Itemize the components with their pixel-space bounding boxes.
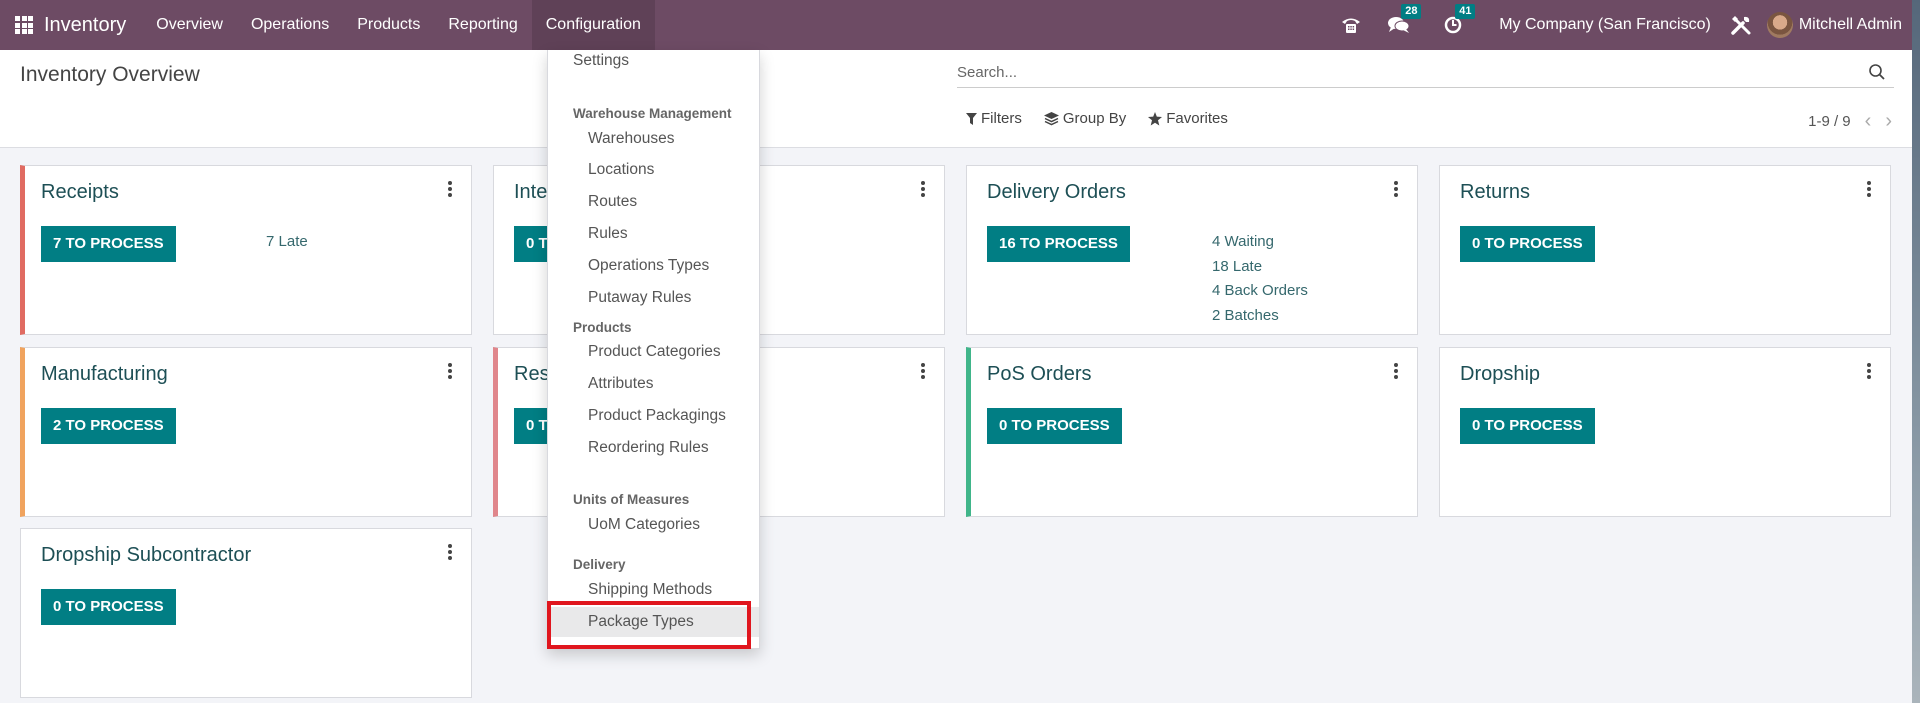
page-title: Inventory Overview — [20, 63, 200, 86]
menu-item-putaway-rules[interactable]: Putaway Rules — [548, 283, 759, 313]
operation-card: Dropship 0 TO PROCESS — [1439, 347, 1891, 517]
search-icon[interactable] — [1868, 63, 1886, 86]
operation-card: Receipts 7 TO PROCESS 7 Late — [20, 165, 472, 335]
menu-section-header: Warehouse Management — [573, 106, 732, 121]
card-options-kebab-icon[interactable] — [447, 362, 453, 380]
card-options-kebab-icon[interactable] — [447, 543, 453, 561]
card-stat-link[interactable]: 2 Batches — [1212, 304, 1308, 329]
layers-icon — [1043, 111, 1059, 125]
menu-products[interactable]: Products — [343, 0, 434, 50]
menu-item-settings[interactable]: Settings — [548, 46, 759, 76]
operation-card: Returns 0 TO PROCESS — [1439, 165, 1891, 335]
app-menu-grid-icon[interactable] — [15, 16, 33, 34]
app-brand[interactable]: Inventory — [44, 14, 126, 37]
user-menu[interactable]: Mitchell Admin — [1766, 12, 1902, 38]
user-avatar — [1766, 12, 1793, 38]
company-switcher[interactable]: My Company (San Francisco) — [1499, 16, 1711, 34]
operation-card: Manufacturing 2 TO PROCESS — [20, 347, 472, 517]
menu-item-uom-categories[interactable]: UoM Categories — [548, 510, 759, 540]
phone-icon[interactable] — [1339, 13, 1363, 37]
messages-count-badge: 28 — [1401, 4, 1422, 19]
card-title[interactable]: Returns — [1460, 181, 1530, 204]
menu-section-header: Delivery — [573, 557, 626, 572]
menu-section-header: Products — [573, 320, 632, 335]
menu-item-package-types[interactable]: Package Types — [548, 607, 759, 637]
operation-card: Delivery Orders 16 TO PROCESS 4 Waiting 18… — [966, 165, 1418, 335]
card-options-kebab-icon[interactable] — [1866, 180, 1872, 198]
menu-section-header: Units of Measures — [573, 492, 690, 507]
to-process-button[interactable]: 16 TO PROCESS — [987, 226, 1130, 262]
card-options-kebab-icon[interactable] — [1393, 180, 1399, 198]
card-options-kebab-icon[interactable] — [920, 180, 926, 198]
card-stat-link[interactable]: 4 Back Orders — [1212, 279, 1308, 304]
filter-icon — [966, 112, 977, 125]
menu-reporting[interactable]: Reporting — [434, 0, 531, 50]
card-options-kebab-icon[interactable] — [1866, 362, 1872, 380]
card-title[interactable]: Receipts — [41, 181, 119, 204]
pager: 1-9 / 9 ‹ › — [1808, 110, 1892, 133]
menu-item-rules[interactable]: Rules — [548, 219, 759, 249]
desktop-background — [1912, 0, 1920, 703]
activities-count-badge: 41 — [1455, 4, 1476, 19]
pager-value[interactable]: 1-9 / 9 — [1808, 113, 1851, 130]
menu-item-locations[interactable]: Locations — [548, 155, 759, 185]
card-title[interactable]: Delivery Orders — [987, 181, 1126, 204]
group-by-label: Group By — [1062, 110, 1127, 127]
menu-overview[interactable]: Overview — [142, 0, 237, 50]
favorites-label: Favorites — [1166, 110, 1228, 127]
group-by-button[interactable]: Group By — [1043, 110, 1127, 127]
pager-next-icon[interactable]: › — [1885, 110, 1892, 133]
card-stats: 4 Waiting 18 Late 4 Back Orders 2 Batches — [1212, 230, 1308, 328]
menu-operations[interactable]: Operations — [237, 0, 343, 50]
to-process-button[interactable]: 0 TO PROCESS — [1460, 226, 1595, 262]
messages-icon[interactable]: 28 — [1387, 4, 1422, 37]
card-title[interactable]: Manufacturing — [41, 363, 168, 386]
control-panel: Inventory Overview Filters Group By Favo… — [0, 50, 1912, 148]
operation-card: Dropship Subcontractor 0 TO PROCESS — [20, 528, 472, 698]
card-stat-link[interactable]: 7 Late — [266, 230, 308, 255]
user-name: Mitchell Admin — [1798, 16, 1902, 33]
to-process-button[interactable]: 0 TO PROCESS — [987, 408, 1122, 444]
menu-configuration[interactable]: Configuration — [531, 0, 655, 50]
search-input[interactable] — [957, 58, 1857, 86]
card-stats: 7 Late — [266, 230, 308, 255]
menu-item-product-packagings[interactable]: Product Packagings — [548, 401, 759, 431]
menu-item-product-categories[interactable]: Product Categories — [548, 337, 759, 367]
to-process-button[interactable]: 0 TO PROCESS — [1460, 408, 1595, 444]
card-title[interactable]: Dropship Subcontractor — [41, 544, 251, 567]
filters-button[interactable]: Filters — [966, 110, 1022, 127]
menu-item-shipping-methods[interactable]: Shipping Methods — [548, 575, 759, 605]
operation-card: PoS Orders 0 TO PROCESS — [966, 347, 1418, 517]
card-options-kebab-icon[interactable] — [1393, 362, 1399, 380]
inventory-app: Inventory Overview Operations Products R… — [0, 0, 1912, 703]
pager-previous-icon[interactable]: ‹ — [1865, 110, 1872, 133]
to-process-button[interactable]: 2 TO PROCESS — [41, 408, 176, 444]
menu-item-reordering-rules[interactable]: Reordering Rules — [548, 433, 759, 463]
card-stat-link[interactable]: 4 Waiting — [1212, 230, 1308, 255]
card-options-kebab-icon[interactable] — [920, 362, 926, 380]
card-title[interactable]: PoS Orders — [987, 363, 1091, 386]
top-navbar: Inventory Overview Operations Products R… — [0, 0, 1912, 50]
configuration-dropdown-menu: Settings Warehouse Management Warehouses Lo… — [547, 50, 760, 649]
star-icon — [1148, 111, 1163, 125]
debug-tools-icon[interactable] — [1729, 13, 1753, 37]
card-title[interactable]: Dropship — [1460, 363, 1540, 386]
card-options-kebab-icon[interactable] — [447, 180, 453, 198]
activities-clock-icon[interactable]: 41 — [1441, 4, 1476, 37]
favorites-button[interactable]: Favorites — [1148, 110, 1228, 127]
search-options: Filters Group By Favorites — [966, 110, 1228, 127]
to-process-button[interactable]: 7 TO PROCESS — [41, 226, 176, 262]
to-process-button[interactable]: 0 TO PROCESS — [41, 589, 176, 625]
menu-item-routes[interactable]: Routes — [548, 187, 759, 217]
filters-label: Filters — [981, 110, 1022, 127]
menu-item-attributes[interactable]: Attributes — [548, 369, 759, 399]
menu-item-operations-types[interactable]: Operations Types — [548, 251, 759, 281]
card-stat-link[interactable]: 18 Late — [1212, 255, 1308, 280]
search-bar — [957, 58, 1894, 88]
navbar-systray: 28 41 My Company (San Francisco) Mitchel… — [1327, 0, 1912, 50]
menu-item-warehouses[interactable]: Warehouses — [548, 124, 759, 154]
